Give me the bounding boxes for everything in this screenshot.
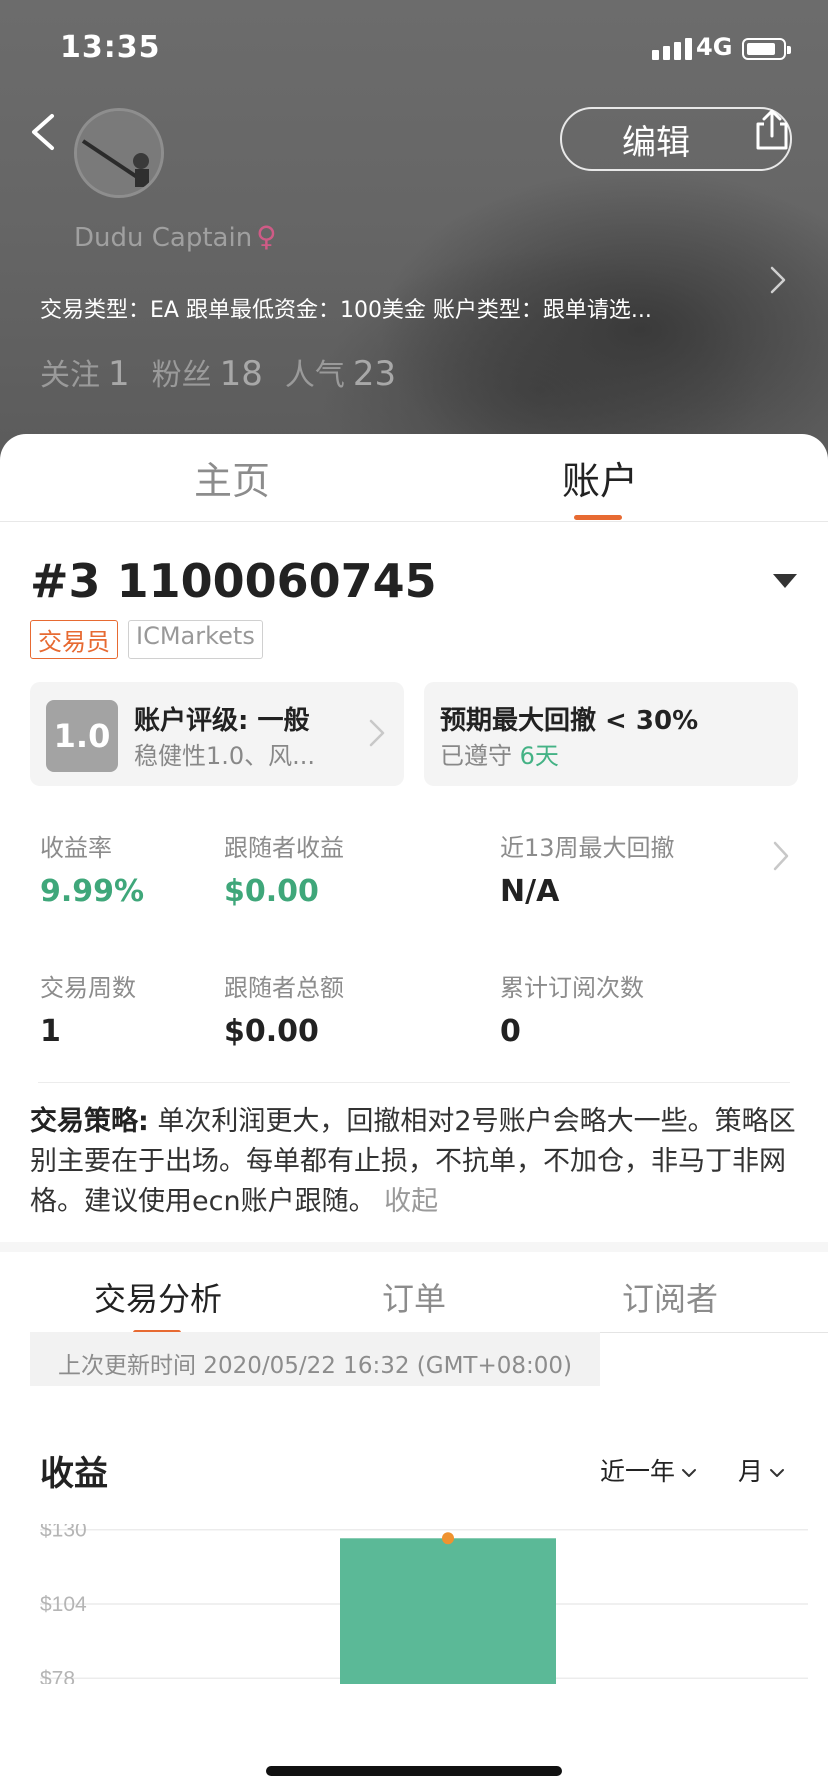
signal-icon: [652, 38, 692, 60]
account-tags: 交易员 ICMarkets: [30, 620, 263, 659]
share-icon[interactable]: [752, 108, 792, 152]
tab-home[interactable]: 主页: [194, 450, 270, 505]
kept-label: 已遵守: [440, 742, 512, 770]
divider: [38, 1082, 790, 1083]
kept-days: 6天: [519, 742, 559, 770]
period-select-value: 近一年: [600, 1457, 676, 1486]
trader-tag: 交易员: [30, 620, 118, 659]
main-tabs: 主页 账户: [0, 434, 828, 522]
stat-followers[interactable]: 粉丝 18: [152, 350, 263, 394]
account-panel: 主页 账户 #3 1100060745 交易员 ICMarkets 1.0 账户…: [0, 434, 828, 1792]
battery-icon: [742, 38, 791, 60]
rating-card[interactable]: 1.0 账户评级: 一般 稳健性1.0、风...: [30, 682, 404, 786]
y-tick-label: $104: [40, 1593, 87, 1616]
profile-stats: 关注 1 粉丝 18 人气 23: [40, 350, 396, 394]
follower-total-value: $0.00: [224, 1014, 319, 1049]
chevron-down-icon: [682, 1469, 697, 1477]
profile-header: 13:35 4G 编辑 Dudu Captain ♀ 交易类型：EA 跟单最低资金…: [0, 0, 828, 470]
chart-title: 收益: [40, 1454, 108, 1494]
y-tick-label: $130: [40, 1524, 87, 1542]
follower-profit-value: $0.00: [224, 874, 319, 909]
trading-strategy: 交易策略: 单次利润更大，回撤相对2号账户会略大一些。策略区别主要在于出场。每单…: [30, 1102, 800, 1222]
tab-account[interactable]: 账户: [562, 450, 638, 505]
profit-bar[interactable]: [340, 1538, 556, 1684]
drawdown-title: 预期最大回撤 < 30%: [440, 706, 699, 736]
tab-subscribers[interactable]: 订阅者: [622, 1274, 718, 1320]
rating-score-badge: 1.0: [46, 700, 118, 772]
expected-drawdown-card: 预期最大回撤 < 30% 已遵守 6天: [424, 682, 798, 786]
stat-popularity: 人气 23: [284, 354, 397, 394]
subtab-divider: [600, 1332, 828, 1333]
avatar-image: [77, 111, 161, 195]
caret-down-icon[interactable]: [773, 574, 797, 588]
total-subscriptions-value: 0: [500, 1014, 521, 1049]
last-update-text: 上次更新时间 2020/05/22 16:32 (GMT+08:00): [58, 1353, 572, 1379]
profit-chart-svg: $130 $104 $78: [40, 1524, 808, 1684]
follower-total-label: 跟随者总额: [224, 974, 344, 1002]
chevron-right-icon: [369, 719, 385, 747]
profit-chart: $130 $104 $78: [0, 1524, 828, 1684]
period-select[interactable]: 近一年: [600, 1452, 697, 1488]
rating-subtitle: 稳健性1.0、风...: [134, 742, 316, 770]
collapse-link[interactable]: 收起: [384, 1186, 438, 1217]
profit-marker: [442, 1532, 454, 1545]
trading-weeks-value: 1: [40, 1014, 61, 1049]
network-type: 4G: [696, 33, 733, 61]
status-time: 13:35: [60, 30, 161, 65]
rating-title: 账户评级: 一般: [134, 706, 310, 736]
profile-info-line[interactable]: 交易类型：EA 跟单最低资金：100美金 账户类型：跟单请选...: [40, 292, 740, 324]
female-icon: ♀: [256, 220, 277, 253]
avatar[interactable]: [74, 108, 164, 198]
unit-select-value: 月: [738, 1457, 764, 1486]
follower-profit-label: 跟随者收益: [224, 834, 344, 862]
edit-button-label: 编辑: [622, 122, 690, 163]
section-separator: [0, 1242, 828, 1252]
total-subscriptions-label: 累计订阅次数: [500, 974, 644, 1002]
max-drawdown-value: N/A: [500, 874, 560, 909]
return-rate-label: 收益率: [40, 834, 112, 862]
max-drawdown-label: 近13周最大回撤: [500, 834, 675, 862]
tab-orders[interactable]: 订单: [382, 1274, 446, 1320]
trading-weeks-label: 交易周数: [40, 974, 136, 1002]
strategy-label: 交易策略:: [30, 1106, 149, 1137]
drawdown-compliance: 已遵守 6天: [440, 736, 559, 771]
chevron-right-icon[interactable]: [772, 840, 790, 872]
back-icon[interactable]: [28, 112, 58, 152]
active-tab-indicator: [574, 515, 622, 520]
unit-select[interactable]: 月: [738, 1452, 785, 1488]
chevron-down-icon: [770, 1469, 785, 1477]
tab-trade-analysis[interactable]: 交易分析: [94, 1274, 222, 1320]
account-number: #3 1100060745: [30, 554, 437, 608]
home-indicator: [266, 1766, 562, 1776]
return-rate-value: 9.99%: [40, 874, 145, 909]
y-tick-label: $78: [40, 1667, 75, 1684]
broker-tag: ICMarkets: [128, 620, 263, 659]
status-bar: 13:35 4G: [0, 0, 828, 100]
chevron-right-icon[interactable]: [768, 264, 788, 296]
username: Dudu Captain ♀: [74, 220, 277, 253]
stat-following[interactable]: 关注 1: [40, 350, 130, 394]
username-text: Dudu Captain: [74, 223, 253, 253]
